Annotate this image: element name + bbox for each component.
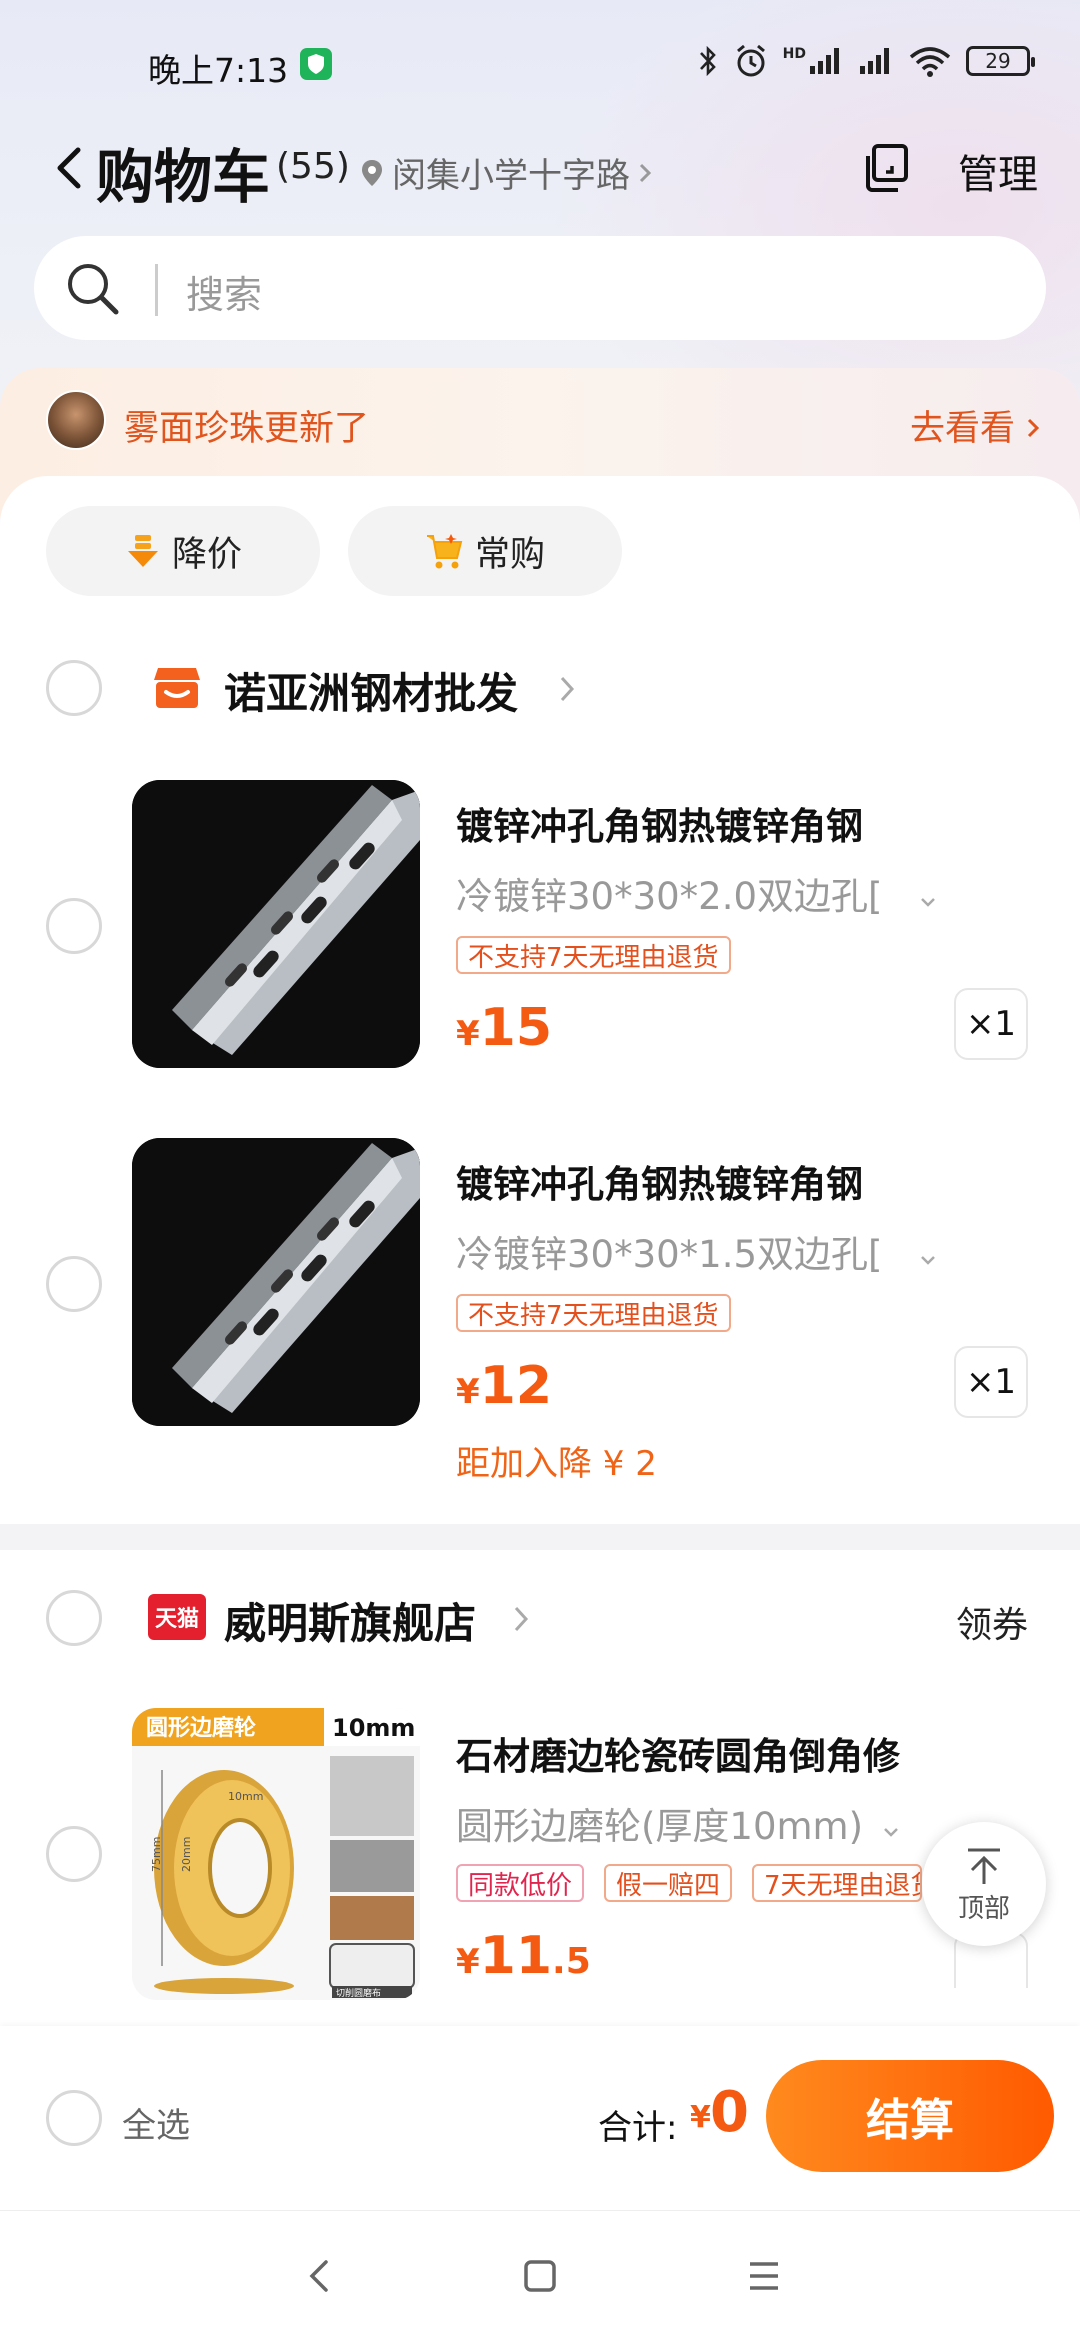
chevron-right-icon <box>639 163 652 182</box>
seven-day-return-tag: 7天无理由退货 <box>752 1864 922 1902</box>
filter-price-drop[interactable]: 降价 <box>46 506 320 596</box>
battery-icon: 29 <box>966 46 1035 76</box>
chevron-down-icon <box>921 1256 936 1265</box>
alarm-icon <box>736 44 765 77</box>
hd-label: HD <box>782 46 806 62</box>
nav-home-icon[interactable] <box>522 2256 558 2296</box>
coupon-button[interactable]: 领券 <box>956 1596 1028 1648</box>
product-spec: 冷镀锌30*30*2.0双边孔[ <box>456 875 883 918</box>
filter-frequent[interactable]: 常购 <box>348 506 622 596</box>
image-size-text: 10mm <box>332 1714 415 1742</box>
store-select-radio[interactable] <box>46 660 102 716</box>
avatar <box>46 390 106 450</box>
scroll-top-label: 顶部 <box>957 1893 1010 1924</box>
product-title[interactable]: 镀锌冲孔角钢热镀锌角钢 <box>456 1154 863 1208</box>
total-currency: ¥ <box>690 2100 711 2135</box>
view-link-label: 去看看 <box>910 409 1016 449</box>
item-select-radio[interactable] <box>46 1256 102 1312</box>
chevron-down-icon <box>921 898 936 907</box>
wifi-icon <box>909 47 951 77</box>
product-price: ¥15 <box>456 998 553 1058</box>
image-dim-inner: 20mm <box>180 1837 193 1872</box>
store-icon <box>152 664 202 710</box>
nav-back-icon[interactable] <box>302 2256 338 2296</box>
store-name[interactable]: 诺亚洲钢材批发 <box>224 660 518 721</box>
product-image-angle-steel[interactable] <box>132 1138 420 1426</box>
arrow-up-icon <box>968 1848 1000 1884</box>
price-drop-note: 距加入降 ¥ 2 <box>456 1444 657 1484</box>
total-amount: 0 <box>710 2080 749 2145</box>
product-price: ¥11.5 <box>456 1926 591 1986</box>
product-image-angle-steel[interactable] <box>132 780 420 1068</box>
product-spec-selector[interactable]: 冷镀锌30*30*1.5双边孔[ <box>456 1224 938 1278</box>
select-all-radio[interactable] <box>46 2090 102 2146</box>
multi-select-icon[interactable] <box>864 142 914 194</box>
manage-button[interactable]: 管理 <box>958 142 1038 200</box>
location-selector[interactable]: 闵集小学十字路 <box>360 148 652 197</box>
search-icon <box>62 258 124 320</box>
no-return-tag: 不支持7天无理由退货 <box>456 936 731 974</box>
cart-icon <box>426 534 463 569</box>
low-price-tag: 同款低价 <box>456 1864 585 1902</box>
chevron-down-icon <box>883 1828 898 1837</box>
total-label: 合计: <box>598 2108 678 2148</box>
item-select-radio[interactable] <box>46 1826 102 1882</box>
location-text: 闵集小学十字路 <box>392 156 630 196</box>
product-spec-selector[interactable]: 冷镀锌30*30*2.0双边孔[ <box>456 866 938 920</box>
product-price: ¥12 <box>456 1356 553 1416</box>
signal-icon-2 <box>860 48 889 74</box>
back-button[interactable] <box>50 140 90 196</box>
authentic-guarantee-tag: 假一赔四 <box>604 1864 733 1902</box>
product-image-grinding-wheel[interactable]: 圆形边磨轮 10mm 75mm 20mm 10mm 切削圆磨布 <box>132 1708 420 2000</box>
chevron-right-icon <box>1028 418 1040 438</box>
search-divider <box>155 264 158 316</box>
price-drop-icon <box>127 535 158 567</box>
quantity-button[interactable]: ×1 <box>954 988 1028 1060</box>
product-spec: 冷镀锌30*30*1.5双边孔[ <box>456 1233 883 1276</box>
status-time: 晚上7:13 <box>148 51 289 90</box>
status-icons: HD 29 <box>697 40 1035 82</box>
product-spec: 圆形边磨轮(厚度10mm) <box>456 1805 864 1848</box>
chevron-right-icon <box>560 676 575 702</box>
cart-count: (55) <box>276 146 350 187</box>
image-dim-outer: 75mm <box>150 1837 163 1872</box>
select-all-label[interactable]: 全选 <box>122 2098 190 2147</box>
security-shield-icon <box>300 48 332 80</box>
image-dim-thickness: 10mm <box>228 1790 263 1803</box>
view-link[interactable]: 去看看 <box>910 400 1040 451</box>
store-select-radio[interactable] <box>46 1590 102 1646</box>
filter-label: 常购 <box>474 534 545 575</box>
page-title: 购物车 <box>96 143 271 211</box>
bluetooth-icon <box>699 45 716 77</box>
store-name[interactable]: 威明斯旗舰店 <box>224 1590 476 1651</box>
nav-menu-icon[interactable] <box>746 2256 782 2296</box>
scroll-to-top-button[interactable]: 顶部 <box>922 1822 1046 1946</box>
signal-icon <box>810 48 839 74</box>
chevron-right-icon <box>514 1606 529 1632</box>
product-title[interactable]: 石材磨边轮瓷砖圆角倒角修 <box>456 1726 900 1780</box>
image-footer-text: 切削圆磨布 <box>336 1987 381 1999</box>
item-select-radio[interactable] <box>46 898 102 954</box>
card-separator <box>0 1524 1080 1550</box>
no-return-tag: 不支持7天无理由退货 <box>456 1294 731 1332</box>
filter-label: 降价 <box>171 534 242 575</box>
update-text: 雾面珍珠更新了 <box>124 409 370 449</box>
tmall-badge: 天猫 <box>148 1594 206 1640</box>
product-spec-selector[interactable]: 圆形边磨轮(厚度10mm) <box>456 1796 901 1850</box>
quantity-button[interactable]: ×1 <box>954 1346 1028 1418</box>
location-pin-icon <box>362 159 382 186</box>
image-banner-text: 圆形边磨轮 <box>146 1715 256 1741</box>
checkout-button[interactable]: 结算 <box>766 2060 1054 2172</box>
search-input[interactable]: 搜索 <box>186 264 262 319</box>
product-title[interactable]: 镀锌冲孔角钢热镀锌角钢 <box>456 796 863 850</box>
